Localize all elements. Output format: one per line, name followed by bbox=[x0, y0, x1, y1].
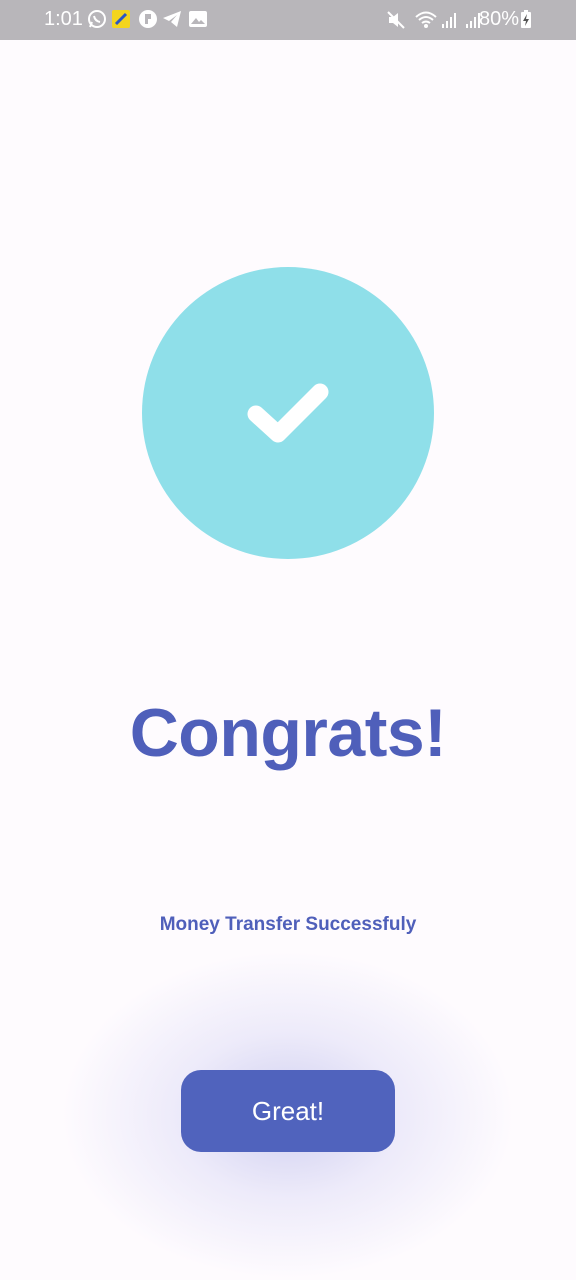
telegram-icon bbox=[163, 11, 181, 27]
status-icons bbox=[386, 8, 484, 32]
whatsapp-icon bbox=[88, 10, 106, 28]
status-bar: 1:01 80% bbox=[0, 0, 576, 40]
battery-charging-icon bbox=[521, 10, 531, 28]
wifi-icon bbox=[415, 11, 437, 28]
app-icon bbox=[112, 10, 130, 28]
pinterest-icon bbox=[139, 10, 157, 28]
gallery-icon bbox=[189, 11, 207, 27]
success-screen: 1:01 80% Congrats! Money Transfer Succes… bbox=[0, 0, 576, 1280]
battery-percentage: 80% bbox=[479, 8, 520, 30]
check-icon bbox=[247, 383, 329, 443]
status-time: 1:01 bbox=[44, 8, 83, 30]
success-message: Money Transfer Successfuly bbox=[159, 914, 417, 935]
great-button[interactable]: Great! bbox=[181, 1070, 395, 1152]
signal-icon bbox=[442, 13, 456, 28]
mute-icon bbox=[387, 11, 405, 29]
congrats-title: Congrats! bbox=[129, 695, 447, 771]
